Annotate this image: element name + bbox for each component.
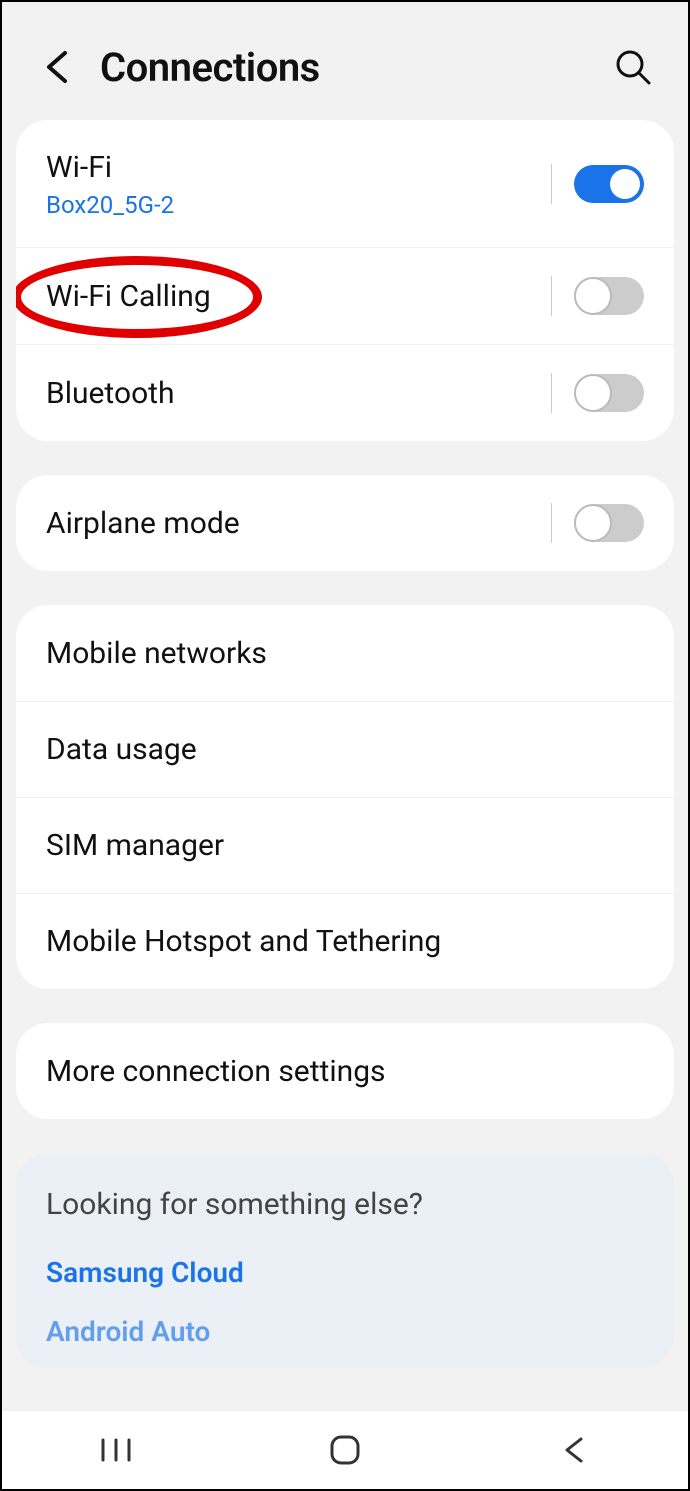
suggestions-title: Looking for something else? [46, 1187, 644, 1222]
row-airplane-mode[interactable]: Airplane mode [16, 475, 674, 571]
search-button[interactable] [608, 42, 658, 92]
nav-recents-button[interactable] [86, 1420, 146, 1480]
row-label: SIM manager [46, 826, 644, 865]
settings-content: Wi-Fi Box20_5G-2 Wi-Fi Calling Bluetooth [2, 120, 688, 1368]
row-label: Wi-Fi [46, 148, 551, 187]
suggestion-link-samsung-cloud[interactable]: Samsung Cloud [46, 1256, 644, 1289]
recents-icon [99, 1436, 133, 1464]
divider [551, 164, 552, 204]
header: Connections [2, 2, 688, 120]
row-hotspot-tethering[interactable]: Mobile Hotspot and Tethering [16, 893, 674, 989]
row-bluetooth[interactable]: Bluetooth [16, 344, 674, 441]
settings-group-connections: Wi-Fi Box20_5G-2 Wi-Fi Calling Bluetooth [16, 120, 674, 441]
home-icon [328, 1433, 362, 1467]
row-label: Mobile networks [46, 634, 644, 673]
nav-home-button[interactable] [315, 1420, 375, 1480]
wifi-calling-toggle[interactable] [574, 277, 644, 315]
bluetooth-toggle[interactable] [574, 374, 644, 412]
row-sim-manager[interactable]: SIM manager [16, 797, 674, 893]
divider [551, 373, 552, 413]
search-icon [613, 47, 653, 87]
divider [551, 276, 552, 316]
divider [551, 503, 552, 543]
row-data-usage[interactable]: Data usage [16, 701, 674, 797]
nav-back-button[interactable] [544, 1420, 604, 1480]
row-wifi-calling[interactable]: Wi-Fi Calling [16, 247, 674, 344]
suggestion-link-android-auto[interactable]: Android Auto [46, 1315, 644, 1348]
row-label: Bluetooth [46, 374, 551, 413]
back-button[interactable] [32, 42, 82, 92]
row-label: Airplane mode [46, 504, 551, 543]
page-title: Connections [100, 44, 608, 91]
chevron-left-icon [562, 1435, 586, 1465]
row-label: Wi-Fi Calling [46, 277, 551, 316]
android-navbar [2, 1411, 688, 1489]
suggestions-card: Looking for something else? Samsung Clou… [16, 1153, 674, 1368]
wifi-toggle[interactable] [574, 165, 644, 203]
row-label: Mobile Hotspot and Tethering [46, 922, 644, 961]
settings-group-more: More connection settings [16, 1023, 674, 1119]
airplane-toggle[interactable] [574, 504, 644, 542]
row-label: Data usage [46, 730, 644, 769]
row-subtitle: Box20_5G-2 [46, 191, 551, 219]
row-label: More connection settings [46, 1052, 644, 1091]
row-more-connection-settings[interactable]: More connection settings [16, 1023, 674, 1119]
row-wifi[interactable]: Wi-Fi Box20_5G-2 [16, 120, 674, 247]
row-mobile-networks[interactable]: Mobile networks [16, 605, 674, 701]
settings-group-airplane: Airplane mode [16, 475, 674, 571]
settings-group-network: Mobile networks Data usage SIM manager M… [16, 605, 674, 989]
chevron-left-icon [43, 49, 71, 85]
